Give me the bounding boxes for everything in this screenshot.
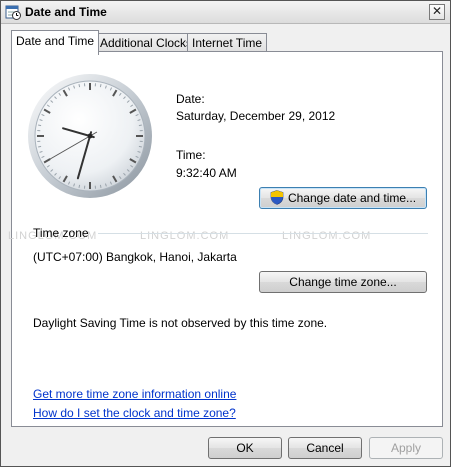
dst-note: Daylight Saving Time is not observed by … [33, 316, 328, 330]
timezone-group-divider [98, 233, 428, 234]
tab-date-and-time[interactable]: Date and Time [11, 30, 100, 55]
title-bar[interactable]: Date and Time ✕ [1, 1, 450, 24]
time-value: 9:32:40 AM [176, 166, 237, 180]
cancel-button[interactable]: Cancel [288, 437, 362, 459]
minute-tick [78, 84, 81, 88]
date-label: Date: [176, 92, 205, 106]
minute-tick [99, 84, 102, 88]
uac-shield-icon [270, 190, 284, 205]
calendar-clock-icon [5, 5, 21, 20]
apply-button[interactable]: Apply [369, 437, 443, 459]
watermark-text: LINGLOM.COM [140, 230, 230, 242]
minute-tick [38, 124, 42, 127]
tab-panel: Date: Saturday, December 29, 2012 Time: … [8, 51, 443, 427]
minute-tick [138, 124, 142, 127]
tab-internet-time[interactable]: Internet Time [187, 33, 268, 53]
tab-additional-clocks[interactable]: Additional Clocks [95, 33, 198, 53]
change-date-time-label: Change date and time... [287, 191, 417, 205]
date-value: Saturday, December 29, 2012 [176, 109, 336, 123]
clock-center [87, 133, 93, 139]
analog-clock [28, 74, 152, 198]
timezone-group-label: Time zone [33, 226, 89, 240]
change-date-time-button[interactable]: Change date and time... [259, 187, 427, 209]
more-timezone-info-link[interactable]: Get more time zone information online [33, 387, 236, 401]
minute-tick [78, 184, 81, 188]
ok-button[interactable]: OK [208, 437, 282, 459]
window-title: Date and Time [25, 5, 107, 19]
watermark-text: LINGLOM.COM [282, 230, 372, 242]
close-icon: ✕ [431, 4, 443, 18]
timezone-value: (UTC+07:00) Bangkok, Hanoi, Jakarta [33, 250, 237, 264]
date-time-dialog: Date and Time ✕ Date and Time Additional… [0, 0, 451, 467]
minute-tick [99, 184, 102, 188]
close-button[interactable]: ✕ [429, 4, 445, 20]
how-to-set-clock-link[interactable]: How do I set the clock and time zone? [33, 406, 236, 420]
change-time-zone-button[interactable]: Change time zone... [259, 271, 427, 293]
time-label: Time: [176, 148, 206, 162]
minute-tick [38, 145, 42, 148]
minute-tick [138, 145, 142, 148]
